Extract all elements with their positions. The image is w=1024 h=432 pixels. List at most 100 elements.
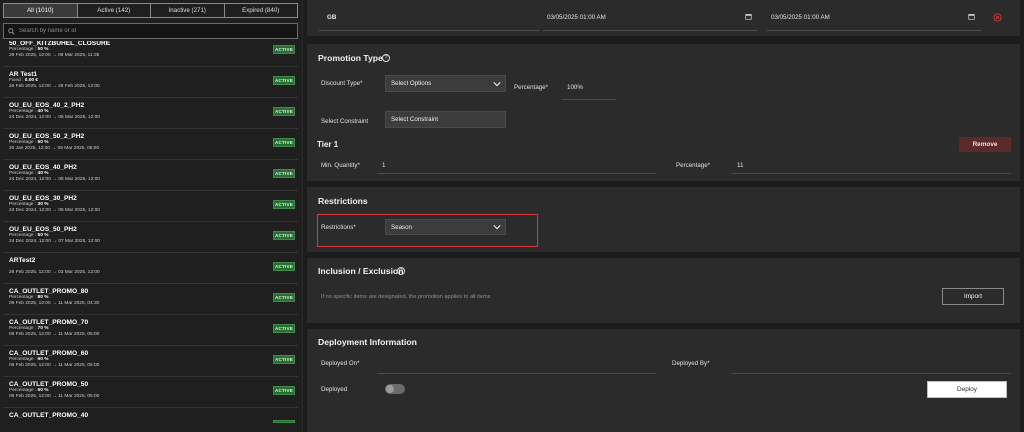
end-datetime[interactable]: 03/05/2025 01:00 AM xyxy=(771,14,830,21)
status-badge: ACTIVE xyxy=(273,231,295,240)
promotion-dates: 28 Feb 2025, 12:00 → 08 Mar 2025, 11:35 xyxy=(9,53,100,59)
restrictions-value: Season xyxy=(391,223,412,231)
percentage-value[interactable]: 100% xyxy=(567,84,583,91)
tab-expired[interactable]: Expired (840) xyxy=(225,4,298,17)
promotion-list: 50_OFF_KITZBUHEL_CLOSURE Percentage : 50 … xyxy=(3,41,298,432)
list-item[interactable]: ARTest2 26 Feb 2025, 12:00 → 03 Mar 2025… xyxy=(3,253,298,284)
help-icon[interactable]: ? xyxy=(397,267,405,275)
deployment-section: Deployment Information Deployed On* Depl… xyxy=(307,329,1020,432)
percentage-underline xyxy=(562,99,616,100)
promotion-type: Percentage xyxy=(9,109,34,114)
min-quantity-value[interactable]: 1 xyxy=(382,162,385,169)
discount-type-value: Select Options xyxy=(391,80,432,87)
calendar-icon[interactable] xyxy=(968,13,975,20)
list-item[interactable]: AR Test1 Fixed : 0.00 €26 Feb 2025, 12:00… xyxy=(3,67,298,98)
discount-type-label: Discount Type* xyxy=(321,80,363,87)
tier-percentage-label: Percentage* xyxy=(676,162,711,169)
status-badge: ACTIVE xyxy=(273,45,295,54)
promotion-type: Percentage xyxy=(9,47,34,52)
restrictions-section: Restrictions Restrictions* Season xyxy=(307,187,1020,252)
status-badge: ACTIVE xyxy=(273,293,295,302)
promotion-value: 0.00 € xyxy=(24,78,39,83)
deployed-label: Deployed xyxy=(321,386,348,393)
start-datetime[interactable]: 03/05/2025 01:00 AM xyxy=(547,14,606,21)
promotion-name: OU_EU_EOS_50_2_PH2 xyxy=(9,133,85,140)
status-badge: ACTIVE xyxy=(273,355,295,364)
min-quantity-label: Min. Quantity* xyxy=(321,162,360,169)
promotion-name: CA_OUTLET_PROMO_80 xyxy=(9,288,89,295)
tab-inactive[interactable]: Inactive (271) xyxy=(151,4,225,17)
list-item[interactable]: OU_EU_EOS_50_PH2 Percentage : 50 % 24 Dec … xyxy=(3,222,298,253)
promotion-type: Percentage xyxy=(9,171,34,176)
list-item[interactable]: OU_EU_EOS_50_2_PH2 Percentage : 50 % 20 Ja… xyxy=(3,129,298,160)
promotion-type: Percentage xyxy=(9,357,34,362)
promotion-type: Percentage xyxy=(9,140,34,145)
deployed-on-underline xyxy=(377,373,656,374)
promotion-name: OU_EU_EOS_50_PH2 xyxy=(9,226,77,233)
tier-percentage-value[interactable]: 11 xyxy=(737,162,743,169)
tier-title: Tier 1 xyxy=(317,140,339,149)
promotion-dates: 26 Feb 2025, 12:00 → 03 Mar 2025, 12:00 xyxy=(9,270,100,276)
promotion-name: CA_OUTLET_PROMO_70 xyxy=(9,319,89,326)
search-input[interactable] xyxy=(19,28,289,34)
deployed-toggle[interactable] xyxy=(385,384,405,394)
list-item[interactable]: OU_EU_EOS_40_PH2 Percentage : 40 % 24 Dec … xyxy=(3,160,298,191)
promotion-value: 60 % xyxy=(37,357,49,362)
deploy-button[interactable]: Deploy xyxy=(927,381,1007,398)
calendar-icon[interactable] xyxy=(745,13,752,20)
promotion-value: 40 % xyxy=(37,109,49,114)
list-item[interactable]: CA_OUTLET_PROMO_60 Percentage : 60 % 06 Fe… xyxy=(3,346,298,377)
promotion-detail-panel: GB 03/05/2025 01:00 AM 03/05/2025 01:00 … xyxy=(307,0,1020,432)
section-title: Deployment Information xyxy=(318,337,417,347)
deployed-by-underline xyxy=(732,373,1011,374)
discount-type-select[interactable]: Select Options xyxy=(385,75,506,92)
status-badge: ACTIVE xyxy=(273,200,295,209)
constraint-value: Select Constraint xyxy=(391,116,439,123)
import-button[interactable]: Import xyxy=(942,288,1004,305)
section-title: Restrictions xyxy=(318,196,368,206)
min-quantity-underline xyxy=(377,173,656,174)
list-item[interactable]: CA_OUTLET_PROMO_40 xyxy=(3,408,298,432)
list-item[interactable]: CA_OUTLET_PROMO_80 Percentage : 80 % 06 Fe… xyxy=(3,284,298,315)
promotion-name: CA_OUTLET_PROMO_60 xyxy=(9,350,89,357)
promotion-type: Percentage xyxy=(9,202,34,207)
constraint-select[interactable]: Select Constraint xyxy=(385,111,506,128)
status-badge: ACTIVE xyxy=(273,386,295,395)
tier-percentage-underline xyxy=(732,173,1011,174)
promotion-dates: 24 Dec 2024, 12:00 → 06 Mar 2025, 12:00 xyxy=(9,208,100,214)
status-badge: ACTIVE xyxy=(273,169,295,178)
end-underline xyxy=(767,30,981,31)
status-badge: ACTIVE xyxy=(273,324,295,333)
promotion-dates: 24 Dec 2024, 12:00 → 06 Mar 2025, 12:00 xyxy=(9,177,100,183)
chevron-down-icon xyxy=(493,81,501,86)
help-icon[interactable]: ? xyxy=(382,54,390,62)
promotion-name: CA_OUTLET_PROMO_50 xyxy=(9,381,89,388)
search-box xyxy=(3,23,298,39)
remove-row-icon[interactable] xyxy=(993,13,1002,22)
section-title: Promotion Type xyxy=(318,53,383,63)
promotion-name: AR Test1 xyxy=(9,71,38,78)
tab-all[interactable]: All (1010) xyxy=(4,4,78,17)
promotion-name: OU_EU_EOS_40_2_PH2 xyxy=(9,102,85,109)
list-item[interactable]: OU_EU_EOS_30_PH2 Percentage : 30 % 24 Dec … xyxy=(3,191,298,222)
list-item[interactable]: CA_OUTLET_PROMO_70 Percentage : 70 % 06 Fe… xyxy=(3,315,298,346)
tab-active[interactable]: Active (142) xyxy=(78,4,151,17)
section-title: Inclusion / Exclusion xyxy=(318,266,404,276)
promotion-type-section: Promotion Type ? Discount Type* Select O… xyxy=(307,44,1020,181)
list-item[interactable]: OU_EU_EOS_40_2_PH2 Percentage : 40 % 24 De… xyxy=(3,98,298,129)
constraint-label: Select Constraint xyxy=(321,118,369,125)
promotion-type: Fixed xyxy=(9,78,21,83)
region-code: GB xyxy=(327,14,337,21)
status-badge: ACTIVE xyxy=(273,107,295,116)
status-badge: ACTIVE xyxy=(273,138,295,147)
promotion-value: 50 % xyxy=(37,233,49,238)
promotion-type: Percentage xyxy=(9,326,34,331)
inclusion-note: If no specific items are designated, the… xyxy=(321,294,491,300)
search-icon xyxy=(8,27,15,35)
remove-tier-button[interactable]: Remove xyxy=(959,137,1011,152)
list-item[interactable]: 50_OFF_KITZBUHEL_CLOSURE Percentage : 50 … xyxy=(3,41,298,67)
promotion-dates: 06 Feb 2025, 12:00 → 11 Mar 2025, 05:00 xyxy=(9,394,100,400)
deployed-on-label: Deployed On* xyxy=(321,360,360,367)
restrictions-select[interactable]: Season xyxy=(385,219,506,235)
list-item[interactable]: CA_OUTLET_PROMO_50 Percentage : 50 % 06 Fe… xyxy=(3,377,298,408)
